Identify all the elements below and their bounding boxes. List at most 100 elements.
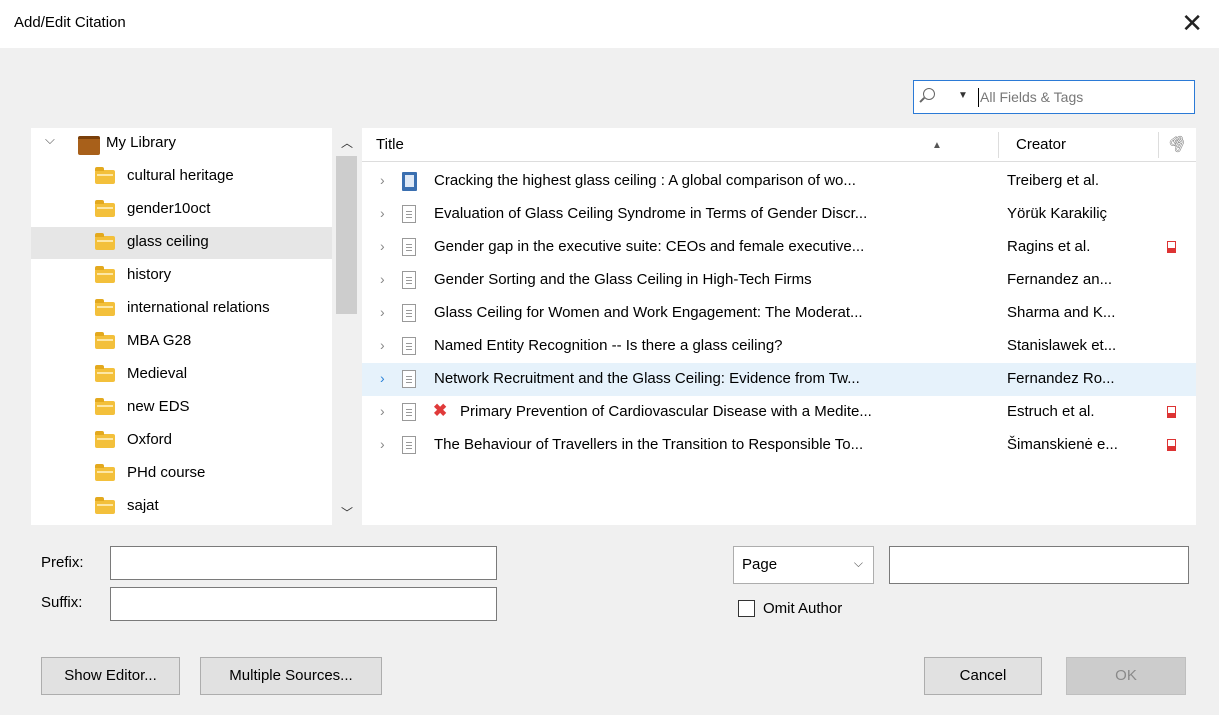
error-x-icon: ✖ [433,401,448,420]
folder-icon [95,431,115,448]
tree-item-collection[interactable]: sajat [31,491,332,523]
table-row[interactable]: › The Behaviour of Travellers in the Tran… [362,429,1196,462]
tree-scrollbar[interactable]: ︿ ﹀ [334,128,360,525]
tree-item-collection[interactable]: PHd course [31,458,332,490]
column-header-title[interactable]: Title [376,136,404,153]
document-icon [402,436,416,454]
tree-item-label: Medieval [127,365,188,382]
collection-tree[interactable]: ⌵ My Library cultural heritage gender10oc… [31,128,332,525]
tree-item-collection[interactable]: new EDS [31,392,332,424]
column-divider[interactable] [998,132,999,158]
tree-item-label: gender10oct [127,200,211,217]
folder-icon [95,233,115,250]
prefix-input[interactable] [110,546,497,580]
table-row[interactable]: › Named Entity Recognition -- Is there a … [362,330,1196,363]
item-title: Network Recruitment and the Glass Ceilin… [434,370,860,387]
chevron-right-icon[interactable]: › [380,337,385,353]
tree-item-label: sajat [127,497,159,514]
table-row[interactable]: › Cracking the highest glass ceiling : A … [362,165,1196,198]
item-creator: Yörük Karakiliç [1007,205,1108,222]
item-creator: Estruch et al. [1007,403,1095,420]
tree-item-collection[interactable]: Oxford [31,425,332,457]
tree-item-label: international relations [127,299,270,316]
tree-item-label: cultural heritage [127,167,234,184]
tree-item-collection[interactable]: international relations [31,293,332,325]
search-mode-dropdown-icon[interactable]: ▼ [958,90,968,101]
pdf-icon[interactable] [1167,439,1176,451]
chevron-right-icon[interactable]: › [380,403,385,419]
search-icon[interactable] [923,88,935,100]
item-creator: Sharma and K... [1007,304,1116,321]
column-divider[interactable] [1158,132,1159,158]
tree-item-collection[interactable]: MBA G28 [31,326,332,358]
tree-item-collection[interactable]: glass ceiling [31,227,332,259]
table-row[interactable]: › Glass Ceiling for Women and Work Engage… [362,297,1196,330]
item-title: Gender Sorting and the Glass Ceiling in … [434,271,812,288]
chevron-down-icon[interactable]: ⌵ [45,132,55,148]
item-title: Evaluation of Glass Ceiling Syndrome in … [434,205,868,222]
item-title: The Behaviour of Travellers in the Trans… [434,436,864,453]
ok-button[interactable]: OK [1066,657,1186,695]
window-title: Add/Edit Citation [14,14,126,31]
chevron-right-icon[interactable]: › [380,304,385,320]
chevron-right-icon[interactable]: › [380,436,385,452]
cancel-button[interactable]: Cancel [924,657,1042,695]
chevron-right-icon[interactable]: › [380,205,385,221]
document-icon [402,337,416,355]
text-caret [978,88,979,107]
locator-type-select[interactable]: Page ⌵ [733,546,874,584]
document-icon [402,304,416,322]
scrollbar-thumb[interactable] [336,156,357,314]
document-icon [402,370,416,388]
item-creator: Stanislawek et... [1007,337,1117,354]
title-bar: Add/Edit Citation ✕ [0,0,1219,48]
table-row[interactable]: › Network Recruitment and the Glass Ceili… [362,363,1196,396]
folder-icon [95,299,115,316]
tree-item-collection[interactable]: history [31,260,332,292]
tree-item-collection[interactable]: gender10oct [31,194,332,226]
chevron-right-icon[interactable]: › [380,370,385,386]
suffix-label: Suffix: [41,594,83,611]
chevron-right-icon[interactable]: › [380,238,385,254]
locator-input[interactable] [889,546,1189,584]
chevron-down-icon[interactable]: ⌵ [854,556,863,571]
library-icon [78,136,100,155]
pdf-icon[interactable] [1167,406,1176,418]
pdf-icon[interactable] [1167,241,1176,253]
omit-author-label[interactable]: Omit Author [763,600,842,617]
document-icon [402,238,416,256]
tree-item-collection[interactable]: Medieval [31,359,332,391]
items-table[interactable]: Title ▲ Creator 🖇 › Cracking the highest … [362,128,1196,525]
multiple-sources-button[interactable]: Multiple Sources... [200,657,382,695]
sort-ascending-icon[interactable]: ▲ [932,140,942,151]
folder-icon [95,200,115,217]
tree-item-collection[interactable]: cultural heritage [31,161,332,193]
item-title: Gender gap in the executive suite: CEOs … [434,238,865,255]
search-field[interactable]: ▼ All Fields & Tags [913,80,1195,114]
omit-author-checkbox[interactable] [738,600,755,617]
tree-item-my-library[interactable]: ⌵ My Library [31,128,332,160]
suffix-input[interactable] [110,587,497,621]
scroll-down-icon[interactable]: ﹀ [341,504,353,521]
show-editor-button[interactable]: Show Editor... [41,657,180,695]
chevron-right-icon[interactable]: › [380,271,385,287]
item-creator: Treiberg et al. [1007,172,1099,189]
tree-item-label: My Library [106,134,177,151]
table-row[interactable]: › ✖ Primary Prevention of Cardiovascular D… [362,396,1196,429]
tree-item-label: Oxford [127,431,173,448]
tree-item-label: MBA G28 [127,332,192,349]
table-row[interactable]: › Gender Sorting and the Glass Ceiling in… [362,264,1196,297]
search-input[interactable]: All Fields & Tags [980,89,1083,105]
attachment-icon[interactable]: 🖇 [1164,130,1190,156]
table-row[interactable]: › Evaluation of Glass Ceiling Syndrome in… [362,198,1196,231]
item-creator: Šimanskienė e... [1007,436,1118,453]
table-row[interactable]: › Gender gap in the executive suite: CEOs… [362,231,1196,264]
column-header-creator[interactable]: Creator [1016,136,1066,153]
folder-icon [95,167,115,184]
locator-type-value: Page [742,556,778,573]
item-creator: Ragins et al. [1007,238,1091,255]
document-icon [402,205,416,223]
close-icon[interactable]: ✕ [1181,8,1203,38]
scroll-up-icon[interactable]: ︿ [341,134,353,151]
chevron-right-icon[interactable]: › [380,172,385,188]
